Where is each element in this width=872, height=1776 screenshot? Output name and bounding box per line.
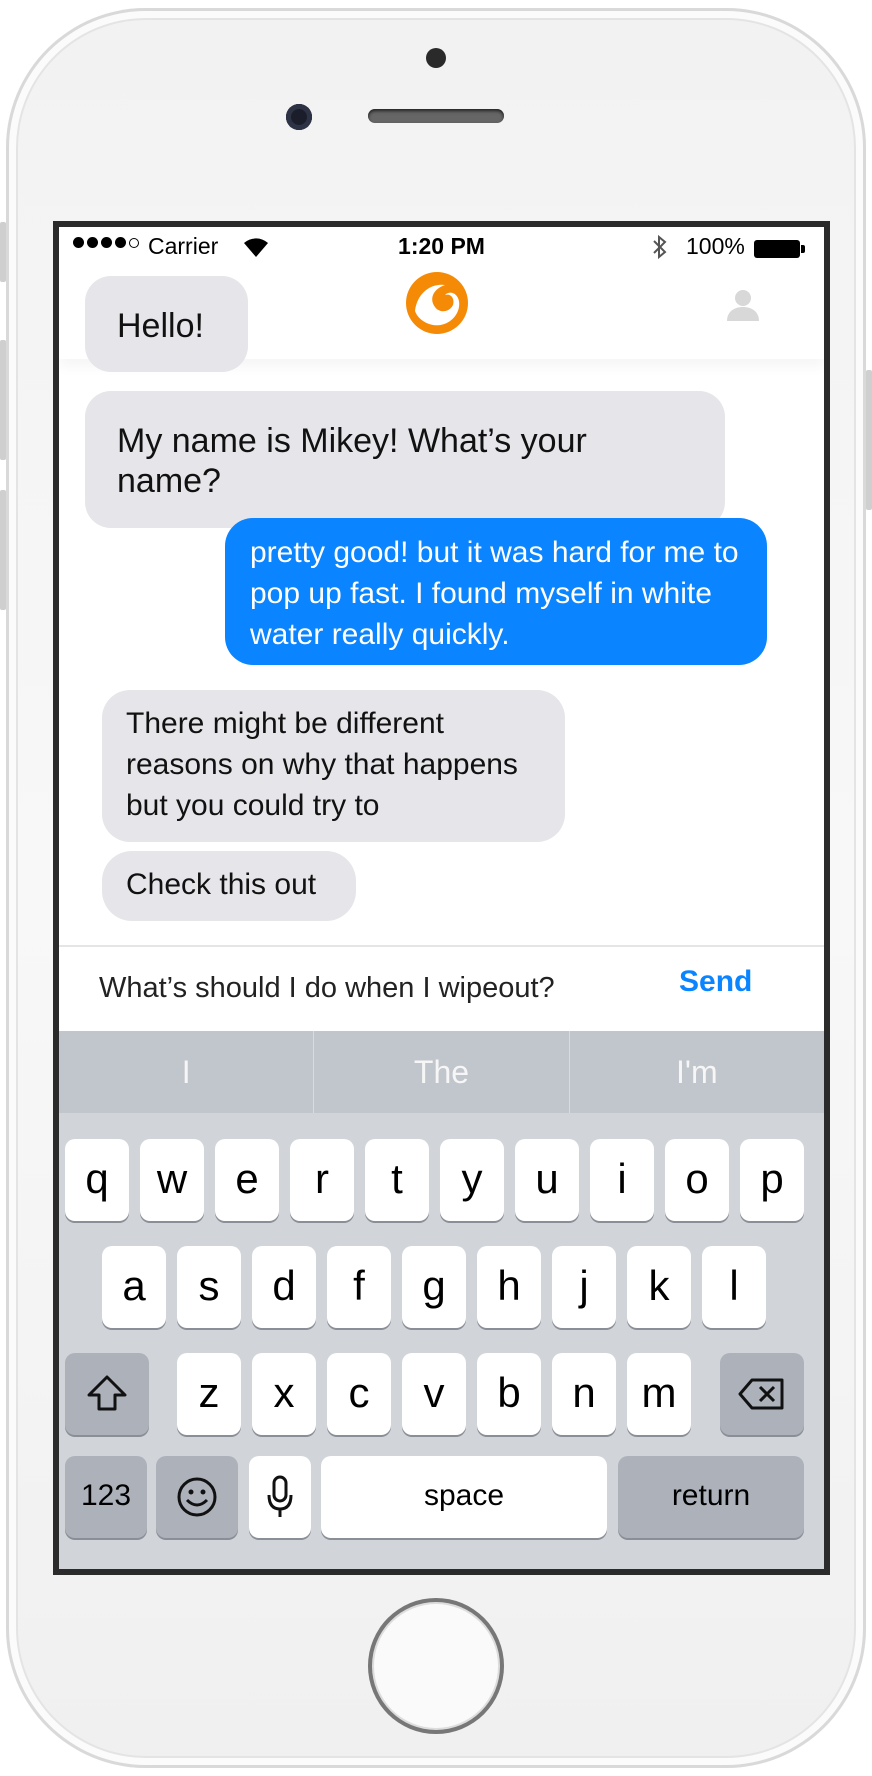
key-e[interactable]: e <box>215 1139 279 1221</box>
key-w[interactable]: w <box>140 1139 204 1221</box>
dictation-key[interactable] <box>249 1456 311 1538</box>
wave-logo-icon[interactable] <box>405 271 469 335</box>
message-bubble-bot: Hello! <box>85 276 248 372</box>
key-b[interactable]: b <box>477 1353 541 1435</box>
check-this-out-bubble[interactable]: Check this out <box>102 851 356 921</box>
shift-arrow-icon <box>87 1375 127 1411</box>
emoji-icon <box>177 1477 217 1517</box>
key-h[interactable]: h <box>477 1246 541 1328</box>
emoji-key[interactable] <box>156 1456 238 1538</box>
key-c[interactable]: c <box>327 1353 391 1435</box>
mute-switch <box>0 222 6 282</box>
suggestion-item[interactable]: I <box>59 1031 313 1113</box>
key-r[interactable]: r <box>290 1139 354 1221</box>
key-s[interactable]: s <box>177 1246 241 1328</box>
volume-down-button <box>0 490 6 610</box>
key-m[interactable]: m <box>627 1353 691 1435</box>
keyboard: I The I'm q w e r t y u i o p a s d f g … <box>59 1031 824 1569</box>
volume-up-button <box>0 340 6 460</box>
status-bar: Carrier 1:20 PM 100% <box>59 227 824 267</box>
key-g[interactable]: g <box>402 1246 466 1328</box>
key-j[interactable]: j <box>552 1246 616 1328</box>
message-bubble-bot: My name is Mikey! What’s your name? <box>85 391 725 528</box>
key-t[interactable]: t <box>365 1139 429 1221</box>
key-d[interactable]: d <box>252 1246 316 1328</box>
key-o[interactable]: o <box>665 1139 729 1221</box>
numbers-key[interactable]: 123 <box>65 1456 147 1538</box>
message-composer: Send <box>59 945 824 1033</box>
person-icon[interactable] <box>723 285 763 325</box>
predictive-suggestions: I The I'm <box>59 1031 824 1113</box>
suggestion-item[interactable]: I'm <box>568 1031 824 1113</box>
front-camera-icon <box>286 104 312 130</box>
key-z[interactable]: z <box>177 1353 241 1435</box>
message-input[interactable] <box>99 965 629 1011</box>
suggestion-item[interactable]: The <box>313 1031 568 1113</box>
key-p[interactable]: p <box>740 1139 804 1221</box>
key-k[interactable]: k <box>627 1246 691 1328</box>
key-v[interactable]: v <box>402 1353 466 1435</box>
key-u[interactable]: u <box>515 1139 579 1221</box>
delete-key[interactable] <box>720 1353 804 1435</box>
microphone-icon <box>267 1475 293 1517</box>
key-l[interactable]: l <box>702 1246 766 1328</box>
battery-icon <box>754 240 800 258</box>
power-button <box>866 370 872 510</box>
key-n[interactable]: n <box>552 1353 616 1435</box>
shift-key[interactable] <box>65 1353 149 1435</box>
space-key[interactable]: space <box>321 1456 607 1538</box>
proximity-sensor <box>426 48 446 68</box>
key-y[interactable]: y <box>440 1139 504 1221</box>
key-x[interactable]: x <box>252 1353 316 1435</box>
bluetooth-icon <box>653 234 667 260</box>
home-button[interactable] <box>368 1598 504 1734</box>
backspace-icon <box>738 1378 784 1410</box>
battery-percentage: 100% <box>686 233 745 259</box>
battery-tip <box>801 245 805 253</box>
return-key[interactable]: return <box>618 1456 804 1538</box>
message-bubble-bot: There might be different reasons on why … <box>102 690 565 842</box>
key-f[interactable]: f <box>327 1246 391 1328</box>
send-button[interactable]: Send <box>679 965 752 999</box>
key-a[interactable]: a <box>102 1246 166 1328</box>
key-i[interactable]: i <box>590 1139 654 1221</box>
phone-screen: Carrier 1:20 PM 100% Hello! My name is M… <box>53 221 830 1575</box>
message-bubble-user: pretty good! but it was hard for me to p… <box>225 518 767 665</box>
earpiece-speaker <box>368 109 504 123</box>
key-q[interactable]: q <box>65 1139 129 1221</box>
